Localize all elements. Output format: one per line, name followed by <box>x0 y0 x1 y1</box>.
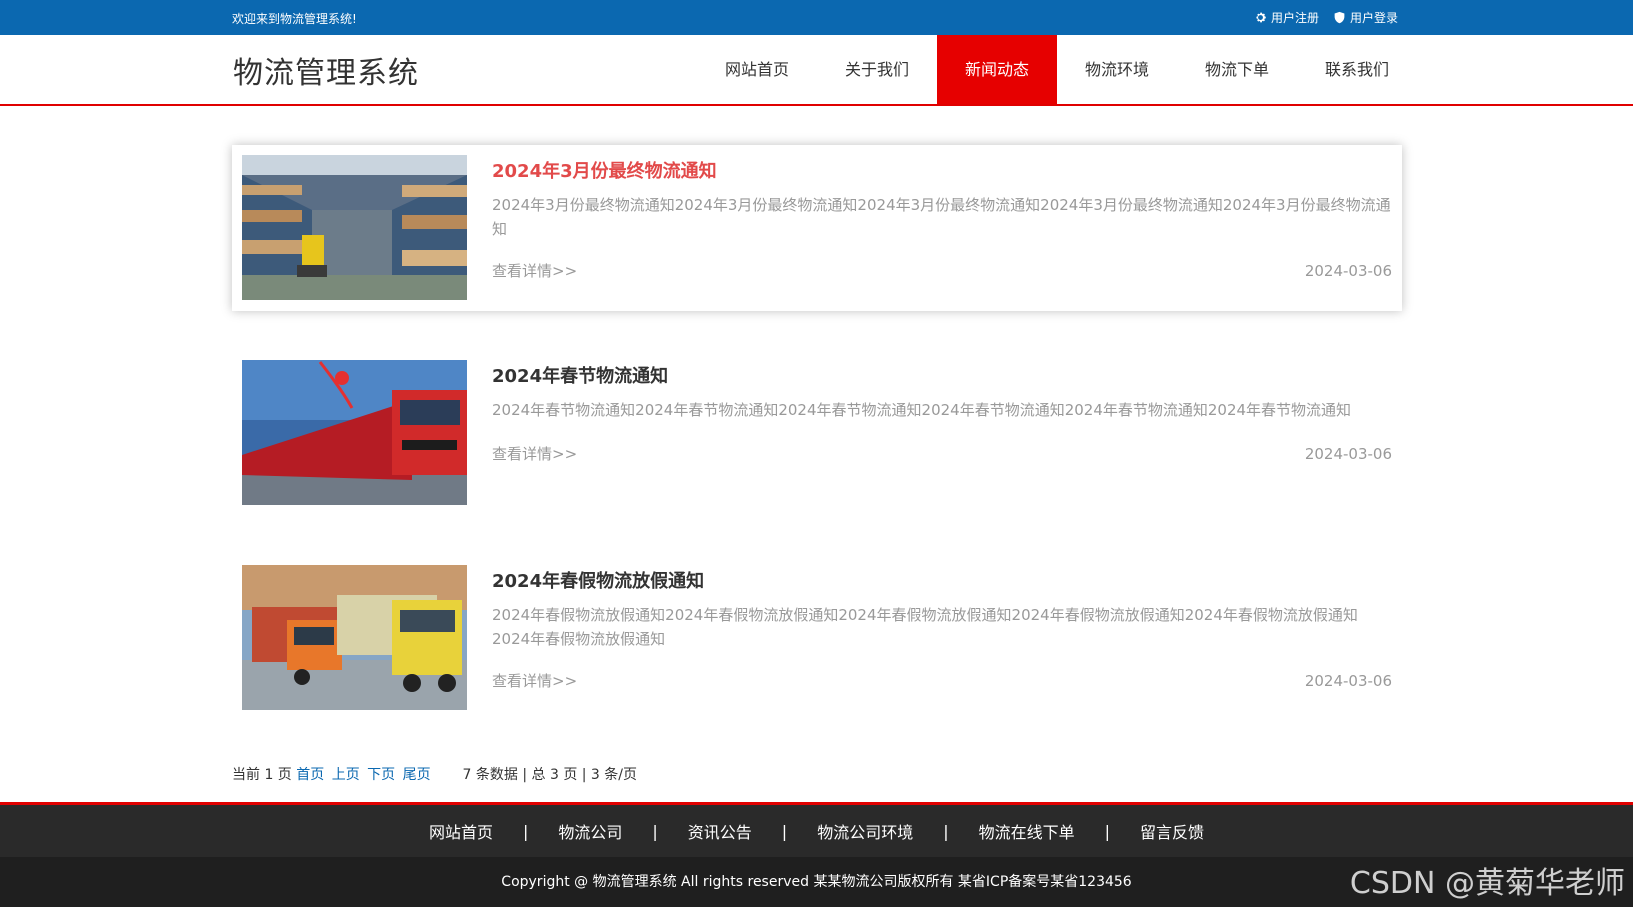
footer-link-notices[interactable]: 资讯公告 <box>688 819 752 843</box>
nav-item-contact[interactable]: 联系我们 <box>1297 35 1417 104</box>
top-bar: 欢迎来到物流管理系统! 用户注册 用户登录 <box>0 0 1633 35</box>
footer-link-environment[interactable]: 物流公司环境 <box>817 819 913 843</box>
nav-item-news[interactable]: 新闻动态 <box>937 35 1057 104</box>
login-link[interactable]: 用户登录 <box>1333 9 1398 26</box>
footer-separator: | <box>781 821 788 841</box>
news-date: 2024-03-06 <box>1304 445 1392 463</box>
site-logo[interactable]: 物流管理系统 <box>233 48 419 92</box>
footer-link-home[interactable]: 网站首页 <box>429 819 493 843</box>
news-thumbnail-warehouse[interactable] <box>242 155 467 300</box>
register-link[interactable]: 用户注册 <box>1254 9 1319 26</box>
user-links: 用户注册 用户登录 <box>1254 9 1398 26</box>
gear-icon <box>1256 12 1266 23</box>
news-date: 2024-03-06 <box>1304 672 1392 690</box>
news-detail-link[interactable]: 查看详情>> <box>492 670 577 691</box>
news-title[interactable]: 2024年春假物流放假通知 <box>492 567 704 593</box>
news-thumbnail-lorries[interactable] <box>242 565 467 710</box>
news-date: 2024-03-06 <box>1304 262 1392 280</box>
news-summary: 2024年春节物流通知2024年春节物流通知2024年春节物流通知2024年春节… <box>492 401 1352 419</box>
nav-item-home[interactable]: 网站首页 <box>697 35 817 104</box>
news-item[interactable]: 2024年春节物流通知 2024年春节物流通知2024年春节物流通知2024年春… <box>232 350 1402 516</box>
footer-separator: | <box>943 821 949 841</box>
current-page-text: 当前 1 页 <box>232 767 292 783</box>
nav-item-order[interactable]: 物流下单 <box>1177 35 1297 104</box>
page-summary: 7 条数据 | 总 3 页 | 3 条/页 <box>462 767 638 783</box>
copyright-text: Copyright @ 物流管理系统 All rights reserved 某… <box>501 874 1132 890</box>
nav-item-about[interactable]: 关于我们 <box>817 35 937 104</box>
news-item[interactable]: 2024年春假物流放假通知 2024年春假物流放假通知2024年春假物流放假通知… <box>232 555 1402 721</box>
news-thumbnail-trucks[interactable] <box>242 360 467 505</box>
footer-link-company[interactable]: 物流公司 <box>558 819 622 843</box>
footer-link-order[interactable]: 物流在线下单 <box>979 819 1075 843</box>
prev-page-link[interactable]: 上页 <box>332 767 360 783</box>
footer-separator: | <box>652 821 658 841</box>
news-title[interactable]: 2024年3月份最终物流通知 <box>492 157 717 183</box>
main-nav: 网站首页 关于我们 新闻动态 物流环境 物流下单 联系我们 <box>697 35 1417 104</box>
news-item[interactable]: 2024年3月份最终物流通知 2024年3月份最终物流通知2024年3月份最终物… <box>232 145 1402 311</box>
news-detail-link[interactable]: 查看详情>> <box>492 443 577 464</box>
footer-separator: | <box>522 821 529 841</box>
news-detail-link[interactable]: 查看详情>> <box>492 260 577 281</box>
header: 物流管理系统 网站首页 关于我们 新闻动态 物流环境 物流下单 联系我们 <box>0 35 1633 106</box>
watermark: CSDN @黄菊华老师 <box>1349 866 1625 901</box>
next-page-link[interactable]: 下页 <box>367 767 395 783</box>
welcome-text: 欢迎来到物流管理系统! <box>232 12 357 26</box>
register-label: 用户注册 <box>1270 11 1319 25</box>
last-page-link[interactable]: 尾页 <box>403 767 431 783</box>
news-summary: 2024年3月份最终物流通知2024年3月份最终物流通知2024年3月份最终物流… <box>492 196 1391 238</box>
login-label: 用户登录 <box>1349 11 1398 25</box>
nav-item-environment[interactable]: 物流环境 <box>1057 35 1177 104</box>
pagination: 当前 1 页 首页 上页 下页 尾页 7 条数据 | 总 3 页 | 3 条/页 <box>232 764 637 784</box>
news-title[interactable]: 2024年春节物流通知 <box>492 362 668 388</box>
news-summary: 2024年春假物流放假通知2024年春假物流放假通知2024年春假物流放假通知2… <box>492 606 1358 648</box>
footer-separator: | <box>1104 821 1110 841</box>
footer-link-feedback[interactable]: 留言反馈 <box>1140 819 1204 843</box>
footer-nav-bar: 网站首页 | 物流公司 | 资讯公告 | 物流公司环境 | 物流在线下单 | 留… <box>0 802 1633 857</box>
first-page-link[interactable]: 首页 <box>296 767 324 783</box>
shield-icon <box>1334 11 1345 24</box>
